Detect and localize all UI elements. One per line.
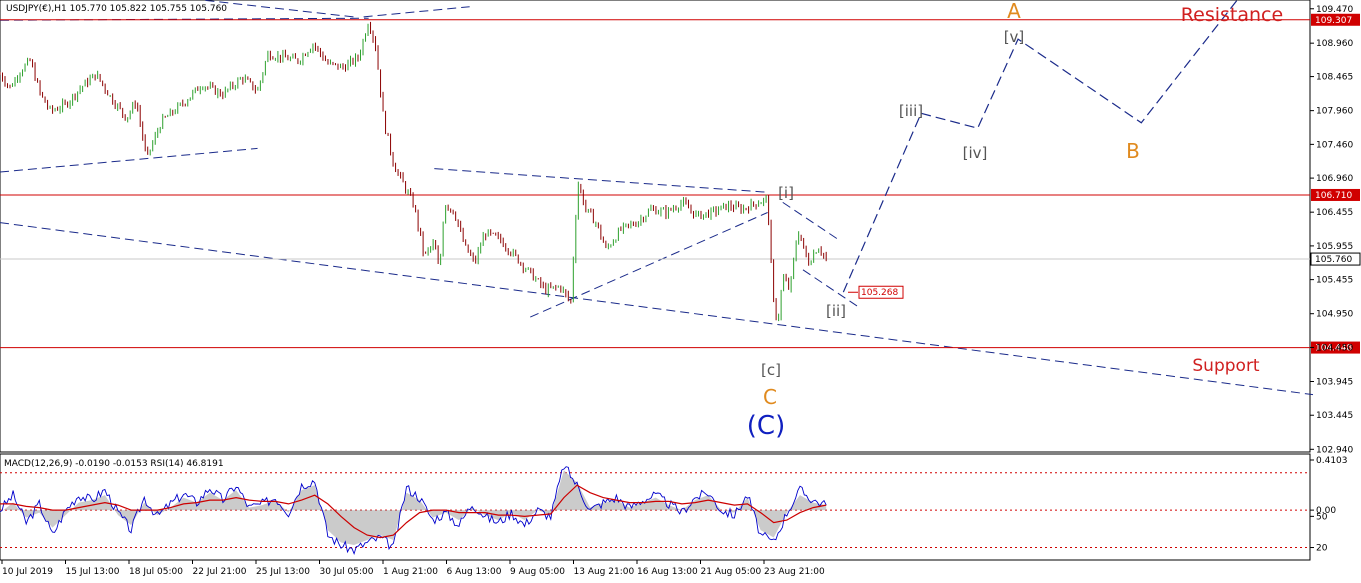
current-price-label: 105.760	[1315, 255, 1352, 265]
time-tick-label: 25 Jul 13:00	[256, 567, 310, 577]
wave-label: [ii]	[826, 302, 846, 320]
indicator-panel: MACD(12,26,9) -0.0190 -0.0153 RSI(14) 46…	[0, 453, 1311, 561]
price-tick-label: 103.945	[1316, 378, 1353, 388]
wave-label: B	[1126, 139, 1140, 163]
time-tick-label: 30 Jul 05:00	[320, 567, 374, 577]
time-tick-label: 16 Aug 13:00	[637, 567, 698, 577]
indicator-axis: 0.41030.005020	[1310, 456, 1348, 554]
price-axis: 109.470 108.960 108.465 107.960 107.460 106.9…	[1310, 5, 1353, 455]
time-tick-label: 1 Aug 21:00	[383, 567, 438, 577]
wave-label: [i]	[778, 184, 794, 202]
time-tick-label: 13 Aug 21:00	[574, 567, 635, 577]
level-price-label: 109.307	[1315, 16, 1352, 26]
indicator-tick-label: 50	[1316, 512, 1328, 522]
price-tick-label: 106.455	[1316, 208, 1353, 218]
chart-canvas: 109.307106.710104.448105.268105.760 A[v]…	[0, 0, 1361, 577]
time-axis: 10 Jul 2019 15 Jul 13:00 18 Jul 05:00 22 Ju…	[1, 560, 825, 577]
wave-label: [v]	[1004, 28, 1025, 46]
price-tick-label: 103.445	[1316, 411, 1353, 421]
annotation-label: Resistance	[1181, 4, 1283, 26]
price-tick-label: 104.950	[1316, 310, 1353, 320]
price-tick-label: 105.955	[1316, 242, 1353, 252]
indicator-tick-label: 0.4103	[1316, 456, 1348, 466]
indicator-tick-label: 20	[1316, 544, 1328, 554]
price-tick-label: 107.460	[1316, 140, 1353, 150]
level-price-label: 106.710	[1315, 191, 1352, 201]
wave-label: [c]	[761, 361, 781, 379]
wave-label: [iii]	[899, 102, 923, 120]
time-tick-label: 6 Aug 13:00	[447, 567, 502, 577]
time-tick-label: 15 Jul 13:00	[66, 567, 120, 577]
price-tick-label: 109.470	[1316, 5, 1353, 15]
price-tick-label: 102.940	[1316, 445, 1353, 455]
price-tick-label: 108.960	[1316, 39, 1353, 49]
price-tick-label: 108.465	[1316, 73, 1353, 83]
target-label: 105.268	[861, 288, 898, 298]
price-tick-label: 105.455	[1316, 276, 1353, 286]
time-tick-label: 23 Aug 21:00	[764, 567, 825, 577]
price-tick-label: 106.960	[1316, 174, 1353, 184]
wave-label: [iv]	[963, 144, 988, 162]
wave-label: C	[763, 385, 777, 409]
price-panel-frame	[0, 0, 1311, 453]
time-tick-label: 9 Aug 05:00	[510, 567, 565, 577]
wave-label: A	[1007, 0, 1021, 23]
price-tick-label: 104.450	[1316, 343, 1353, 353]
time-tick-label: 18 Jul 05:00	[129, 567, 183, 577]
wave-label: (C)	[747, 411, 785, 441]
time-tick-label: 10 Jul 2019	[2, 567, 53, 577]
price-panel: 109.307106.710104.448105.268105.760 A[v]…	[0, 0, 1361, 453]
time-tick-label: 21 Aug 05:00	[701, 567, 762, 577]
annotation-label: Support	[1192, 356, 1260, 376]
price-tick-label: 107.960	[1316, 107, 1353, 117]
time-tick-label: 22 Jul 21:00	[193, 567, 247, 577]
indicator-title: MACD(12,26,9) -0.0190 -0.0153 RSI(14) 46…	[4, 459, 224, 469]
symbol-header: USDJPY(€),H1 105.770 105.822 105.755 105…	[6, 4, 227, 14]
